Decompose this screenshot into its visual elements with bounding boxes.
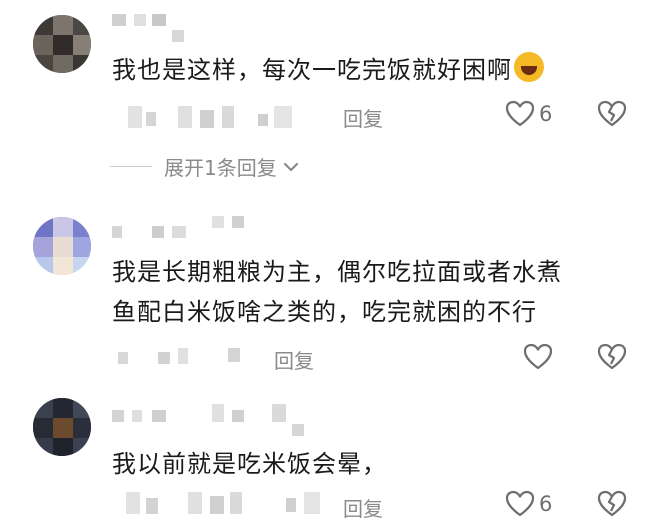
broken-heart-icon xyxy=(597,343,627,370)
avatar[interactable] xyxy=(33,398,91,456)
like-button[interactable] xyxy=(523,343,557,371)
reply-button[interactable]: 回复 xyxy=(343,493,383,522)
comment-item: 我是长期粗粮为主，偶尔吃拉面或者水煮 鱼配白米饭啥之类的，吃完就困的不行 回复 xyxy=(0,200,661,390)
laughing-crying-emoji-icon xyxy=(514,52,544,82)
heart-outline-icon xyxy=(505,490,535,517)
reply-button[interactable]: 回复 xyxy=(274,345,314,374)
expand-replies-label: 展开1条回复 xyxy=(164,156,277,180)
comment-item: 我以前就是吃米饭会晕， 回复 6 xyxy=(0,390,661,527)
like-count: 6 xyxy=(539,492,553,516)
heart-outline-icon xyxy=(523,343,553,370)
dislike-button[interactable] xyxy=(597,100,627,132)
dislike-button[interactable] xyxy=(597,490,627,522)
divider xyxy=(110,166,152,167)
avatar[interactable] xyxy=(33,15,91,73)
like-count: 6 xyxy=(539,102,553,126)
like-button[interactable]: 6 xyxy=(505,490,552,518)
like-button[interactable]: 6 xyxy=(505,100,552,128)
reply-button[interactable]: 回复 xyxy=(343,103,383,132)
expand-replies-button[interactable]: 展开1条回复 xyxy=(110,152,301,181)
avatar[interactable] xyxy=(33,217,91,275)
broken-heart-icon xyxy=(597,490,627,517)
comment-text: 我以前就是吃米饭会晕， xyxy=(112,450,387,478)
comment-text: 我是长期粗粮为主，偶尔吃拉面或者水煮 鱼配白米饭啥之类的，吃完就困的不行 xyxy=(112,258,562,326)
dislike-button[interactable] xyxy=(597,343,627,375)
chevron-down-icon xyxy=(283,162,298,171)
broken-heart-icon xyxy=(597,100,627,127)
heart-outline-icon xyxy=(505,100,535,127)
comment-text: 我也是这样，每次一吃完饭就好困啊 xyxy=(112,50,544,90)
comment-item: 我也是这样，每次一吃完饭就好困啊 回复 6 展开1条回复 xyxy=(0,0,661,200)
